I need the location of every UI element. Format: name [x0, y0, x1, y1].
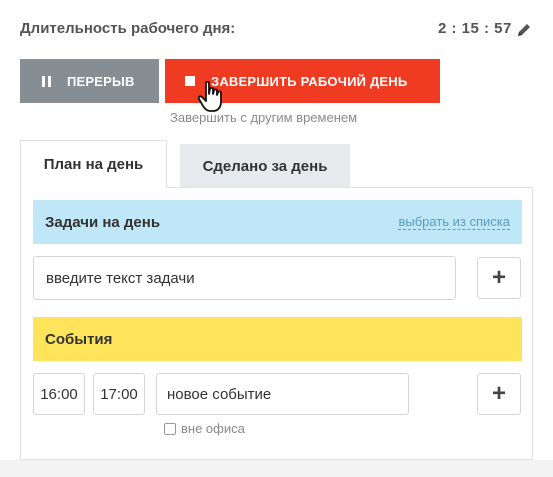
task-input[interactable]: [33, 256, 456, 300]
tab-done-for-day[interactable]: Сделано за день: [180, 144, 350, 188]
offsite-checkbox[interactable]: [164, 422, 176, 435]
tasks-title: Задачи на день: [45, 213, 161, 231]
hand-cursor-icon: [197, 80, 227, 114]
offsite-option[interactable]: вне офиса: [164, 421, 245, 436]
pause-button-label: ПЕРЕРЫВ: [67, 73, 135, 89]
plan-content: Задачи на день выбрать из списка + Событ…: [20, 187, 533, 460]
workday-timer: 2 : 15 : 57: [438, 20, 512, 37]
add-task-button[interactable]: +: [477, 257, 521, 299]
duration-label: Длительность рабочего дня:: [20, 20, 236, 37]
add-event-button[interactable]: +: [477, 373, 521, 415]
event-start-time-input[interactable]: [33, 373, 85, 415]
finish-other-time-link[interactable]: Завершить с другим временем: [170, 110, 357, 125]
finish-workday-label: ЗАВЕРШИТЬ РАБОЧИЙ ДЕНЬ: [211, 73, 408, 89]
events-header: События: [33, 317, 522, 361]
event-end-time-input[interactable]: [93, 373, 145, 415]
pause-button[interactable]: ПЕРЕРЫВ: [20, 59, 159, 103]
event-text-input[interactable]: [156, 373, 409, 415]
pause-icon: [42, 75, 51, 87]
tab-plan-for-day[interactable]: План на день: [20, 140, 167, 188]
workday-panel: Длительность рабочего дня: 2 : 15 : 57 П…: [0, 0, 553, 460]
tabs: План на день Сделано за день: [20, 140, 533, 188]
offsite-label: вне офиса: [181, 421, 245, 436]
events-title: События: [45, 330, 113, 348]
choose-from-list-link[interactable]: выбрать из списка: [398, 214, 510, 230]
stop-icon: [185, 76, 195, 86]
pencil-icon[interactable]: [514, 20, 534, 40]
tasks-header: Задачи на день выбрать из списка: [33, 200, 522, 244]
